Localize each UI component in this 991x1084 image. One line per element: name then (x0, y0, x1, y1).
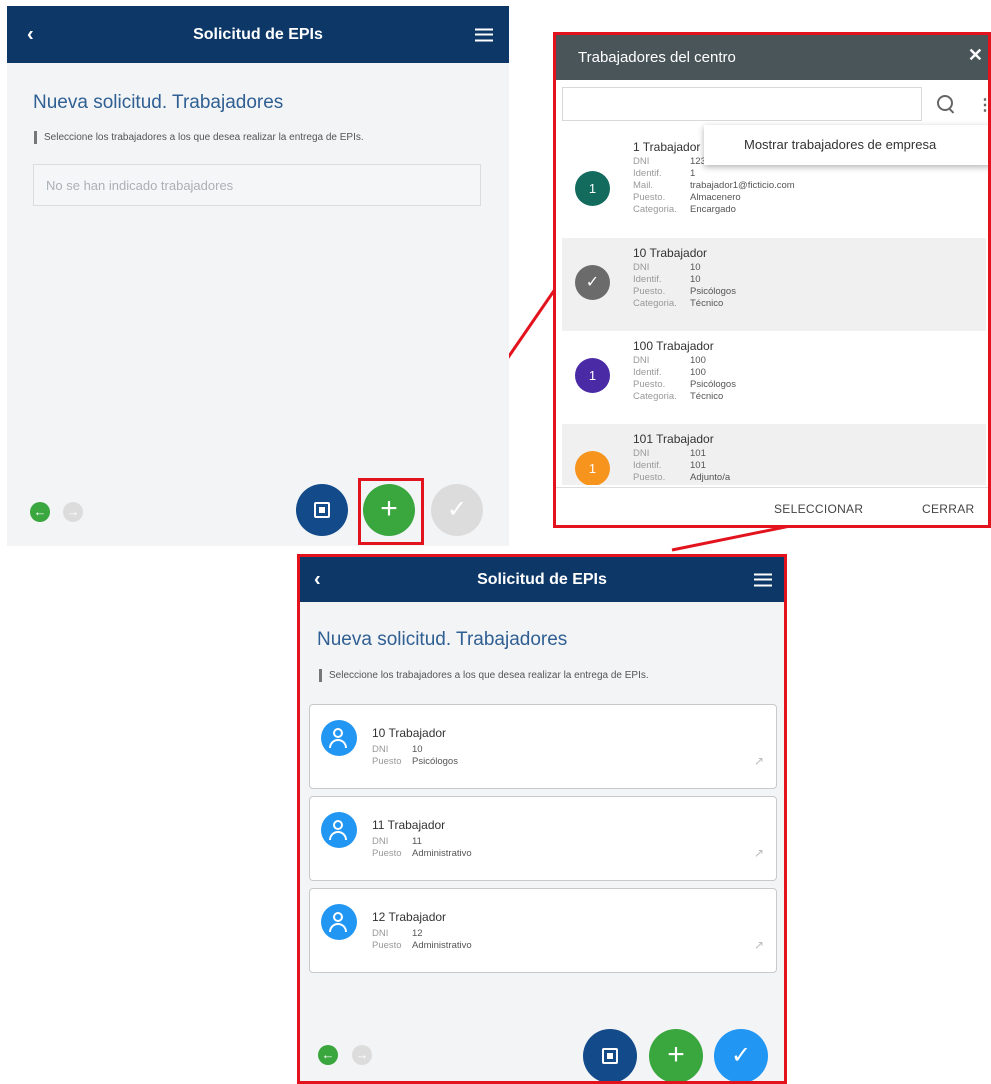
qr-scan-button[interactable] (296, 484, 348, 536)
header-title: Solicitud de EPIs (193, 25, 323, 43)
empty-workers-message: No se han indicado trabajadores (33, 164, 481, 206)
dialog-highlight (553, 32, 991, 528)
instruction-text: Seleccione los trabajadores a los que de… (34, 131, 364, 144)
add-button-highlight (358, 478, 424, 545)
confirm-button[interactable]: ✓ (431, 484, 483, 536)
page-title: Nueva solicitud. Trabajadores (33, 92, 284, 113)
previous-arrow-icon[interactable]: ← (30, 502, 50, 522)
screen-empty-request: ‹ Solicitud de EPIs Nueva solicitud. Tra… (7, 6, 509, 546)
next-arrow-icon[interactable]: → (63, 502, 83, 522)
qr-code-icon (314, 502, 330, 518)
hamburger-icon[interactable] (475, 28, 493, 41)
screen2-highlight (297, 554, 787, 1084)
app-header: ‹ Solicitud de EPIs (7, 6, 509, 63)
